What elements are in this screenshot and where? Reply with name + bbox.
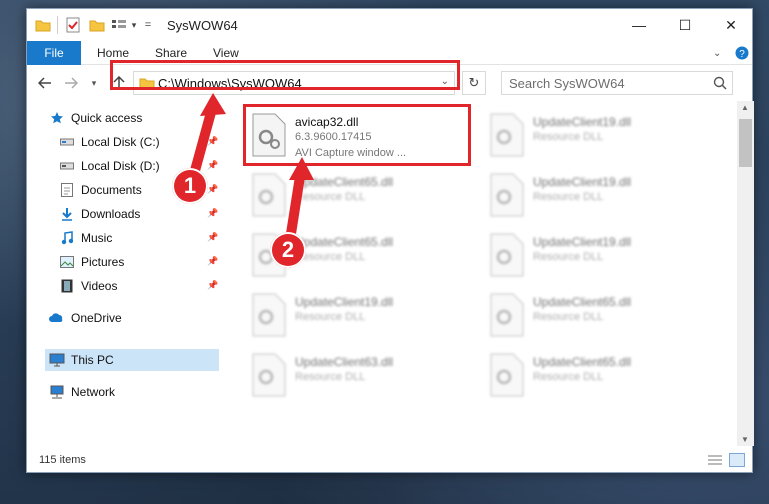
step-1-badge: 1 bbox=[172, 168, 208, 204]
annotation-arrows bbox=[188, 93, 314, 245]
arrow-2-head bbox=[289, 157, 314, 180]
arrow-1-head bbox=[200, 93, 226, 116]
arrow-1 bbox=[188, 100, 218, 183]
arrow-2 bbox=[285, 165, 306, 245]
step-2-badge: 2 bbox=[270, 232, 306, 268]
